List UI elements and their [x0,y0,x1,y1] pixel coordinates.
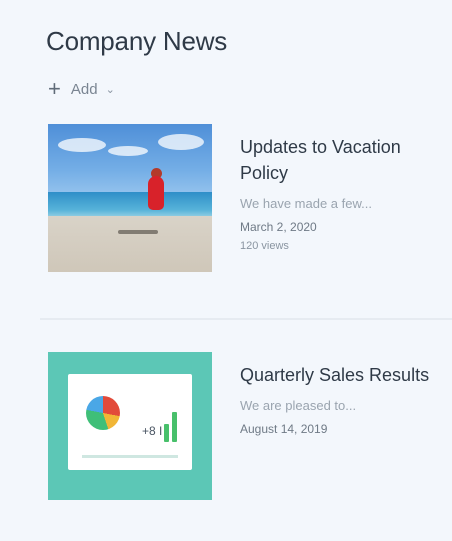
company-news-webpart: Company News + Add ⌄ Updates to Vacation… [0,0,452,541]
pie-chart-icon [86,396,120,430]
news-thumbnail-beach[interactable] [48,124,212,272]
add-label: Add [70,80,98,98]
news-description: We are pleased to... [240,398,357,413]
divider [40,318,452,320]
chevron-down-icon[interactable]: ⌄ [106,83,115,96]
news-item[interactable]: +8 I Quarterly Sales Results We are plea… [48,352,440,500]
news-description: We have made a few... [240,196,372,211]
news-headline[interactable]: Quarterly Sales Results [240,362,440,388]
webpart-title: Company News [46,26,228,56]
news-views: 120 views [240,240,289,252]
thumbnail-label: +8 I [142,424,163,438]
add-news-button[interactable]: + Add ⌄ [48,78,115,100]
news-date: March 2, 2020 [240,220,317,234]
plus-icon: + [48,76,61,101]
news-item[interactable]: Updates to Vacation Policy We have made … [48,124,440,274]
news-date: August 14, 2019 [240,422,328,436]
news-headline[interactable]: Updates to Vacation Policy [240,134,440,186]
news-thumbnail-sales[interactable]: +8 I [48,352,212,500]
